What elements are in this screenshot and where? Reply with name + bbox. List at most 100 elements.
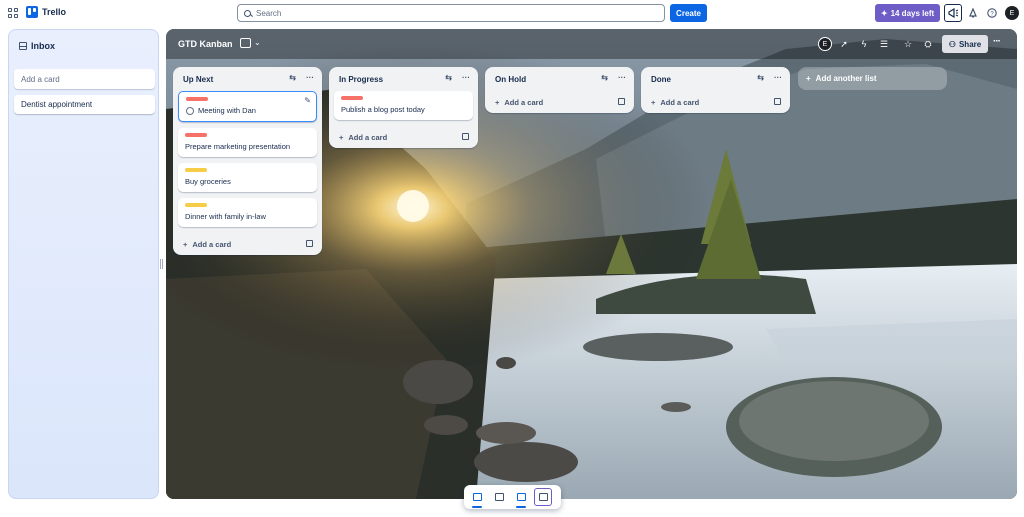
add-card-label: Add a card bbox=[504, 97, 544, 107]
inbox-view-button[interactable] bbox=[468, 488, 486, 508]
card[interactable]: Buy groceries bbox=[178, 163, 317, 192]
search-placeholder: Search bbox=[256, 8, 282, 18]
board-canvas: GTD Kanban ⌄ E ➚ ϟ ☰ ☆ ⛭ ⚇ Share ··· Up … bbox=[166, 29, 1017, 499]
card-template-icon[interactable] bbox=[462, 133, 469, 140]
add-card-label: Add a card bbox=[348, 132, 388, 142]
calendar-icon bbox=[494, 493, 504, 501]
list-on-hold: On Hold ⇆ ··· + Add a card bbox=[485, 67, 634, 113]
panel-resize-handle[interactable] bbox=[160, 259, 163, 269]
megaphone-icon[interactable] bbox=[944, 4, 962, 22]
board-view-icon[interactable] bbox=[240, 38, 251, 48]
add-card-button[interactable]: + Add a card bbox=[641, 91, 790, 113]
add-person-icon: ⚇ bbox=[948, 39, 956, 49]
app-name: Trello bbox=[42, 7, 67, 17]
planner-view-button[interactable] bbox=[490, 488, 508, 506]
plus-icon: + bbox=[339, 132, 344, 142]
list-menu-icon[interactable]: ··· bbox=[306, 73, 314, 82]
inbox-panel: Inbox Add a card Dentist appointment bbox=[8, 29, 159, 499]
add-card-label: Add a card bbox=[192, 239, 232, 249]
rocket-icon[interactable]: ➚ bbox=[836, 36, 852, 52]
list-header[interactable]: Up Next ⇆ ··· bbox=[173, 67, 322, 91]
card-label bbox=[185, 168, 207, 172]
board-view-button[interactable] bbox=[512, 488, 530, 508]
board-icon bbox=[516, 493, 526, 501]
trial-button[interactable]: ✦ 14 days left bbox=[875, 4, 940, 22]
inbox-card[interactable]: Dentist appointment bbox=[14, 95, 155, 114]
card[interactable]: Dinner with family in-law bbox=[178, 198, 317, 227]
trello-logo-icon bbox=[26, 6, 38, 18]
board-header: GTD Kanban ⌄ E ➚ ϟ ☰ ☆ ⛭ ⚇ Share ··· bbox=[166, 29, 1017, 59]
star-icon[interactable]: ☆ bbox=[900, 36, 916, 52]
more-options-icon[interactable]: ··· bbox=[993, 36, 1001, 47]
add-card-button[interactable]: + Add a card bbox=[485, 91, 634, 113]
trello-logo[interactable]: Trello bbox=[26, 6, 66, 18]
view-switcher bbox=[464, 485, 561, 509]
list-title: In Progress bbox=[339, 74, 384, 84]
list-menu-icon[interactable]: ··· bbox=[774, 73, 782, 82]
top-navigation-bar: Trello Search Create ✦ 14 days left ? E bbox=[0, 0, 1024, 26]
board-member-avatar[interactable]: E bbox=[818, 37, 832, 51]
list-header[interactable]: Done ⇆ ··· bbox=[641, 67, 790, 91]
filter-icon[interactable]: ☰ bbox=[876, 36, 892, 52]
edit-icon[interactable]: ✎ bbox=[304, 96, 311, 105]
collapse-icon[interactable]: ⇆ bbox=[445, 73, 452, 82]
inbox-title: Inbox bbox=[31, 41, 55, 51]
list-header[interactable]: In Progress ⇆ ··· bbox=[329, 67, 478, 91]
complete-toggle-icon[interactable] bbox=[186, 106, 194, 115]
collapse-icon[interactable]: ⇆ bbox=[757, 73, 764, 82]
inbox-icon bbox=[19, 42, 27, 50]
create-button[interactable]: Create bbox=[670, 4, 707, 22]
add-list-label: Add another list bbox=[815, 74, 877, 83]
app-switcher-icon[interactable] bbox=[8, 8, 18, 18]
inbox-icon bbox=[472, 493, 482, 501]
list-done: Done ⇆ ··· + Add a card bbox=[641, 67, 790, 113]
card-label bbox=[185, 133, 207, 137]
boards-icon bbox=[538, 493, 548, 501]
card[interactable]: Publish a blog post today bbox=[334, 91, 473, 120]
card-template-icon[interactable] bbox=[306, 240, 313, 247]
card-title: Buy groceries bbox=[185, 177, 231, 186]
card[interactable]: Prepare marketing presentation bbox=[178, 128, 317, 157]
chevron-down-icon[interactable]: ⌄ bbox=[254, 38, 261, 47]
list-title: Up Next bbox=[183, 74, 214, 84]
add-card-label: Add a card bbox=[660, 97, 700, 107]
plus-icon: + bbox=[183, 239, 188, 249]
add-list-button[interactable]: + Add another list bbox=[798, 67, 947, 90]
switch-boards-button[interactable] bbox=[534, 488, 552, 506]
card-title: Publish a blog post today bbox=[341, 105, 425, 114]
inbox-add-card-input[interactable]: Add a card bbox=[14, 69, 155, 89]
list-header[interactable]: On Hold ⇆ ··· bbox=[485, 67, 634, 91]
card-label bbox=[341, 96, 363, 100]
list-up-next: Up Next ⇆ ··· Meeting with Dan ✎ Prepare… bbox=[173, 67, 322, 255]
help-icon[interactable]: ? bbox=[983, 4, 1001, 22]
user-avatar[interactable]: E bbox=[1005, 6, 1019, 20]
add-card-button[interactable]: + Add a card bbox=[329, 126, 478, 148]
search-icon bbox=[244, 9, 251, 17]
card-title: Meeting with Dan bbox=[198, 106, 256, 115]
inbox-header: Inbox bbox=[19, 41, 55, 51]
share-button[interactable]: ⚇ Share bbox=[942, 35, 988, 53]
plus-icon: + bbox=[651, 97, 656, 107]
card-label bbox=[185, 203, 207, 207]
collapse-icon[interactable]: ⇆ bbox=[601, 73, 608, 82]
board-title[interactable]: GTD Kanban bbox=[178, 39, 233, 49]
list-title: Done bbox=[651, 74, 671, 84]
lightning-icon[interactable]: ϟ bbox=[856, 36, 872, 52]
list-menu-icon[interactable]: ··· bbox=[462, 73, 470, 82]
search-input[interactable]: Search bbox=[237, 4, 665, 22]
share-label: Share bbox=[958, 39, 982, 49]
notifications-icon[interactable] bbox=[964, 4, 982, 22]
card-label bbox=[186, 97, 208, 101]
plus-icon: + bbox=[495, 97, 500, 107]
trial-label: 14 days left bbox=[890, 8, 935, 18]
card-template-icon[interactable] bbox=[774, 98, 781, 105]
list-menu-icon[interactable]: ··· bbox=[618, 73, 626, 82]
plus-icon: + bbox=[806, 74, 811, 83]
card-title: Dinner with family in-law bbox=[185, 212, 266, 221]
card-template-icon[interactable] bbox=[618, 98, 625, 105]
users-icon[interactable]: ⛭ bbox=[920, 36, 936, 52]
list-title: On Hold bbox=[495, 74, 527, 84]
card[interactable]: Meeting with Dan ✎ bbox=[178, 91, 317, 122]
add-card-button[interactable]: + Add a card bbox=[173, 233, 322, 255]
collapse-icon[interactable]: ⇆ bbox=[289, 73, 296, 82]
